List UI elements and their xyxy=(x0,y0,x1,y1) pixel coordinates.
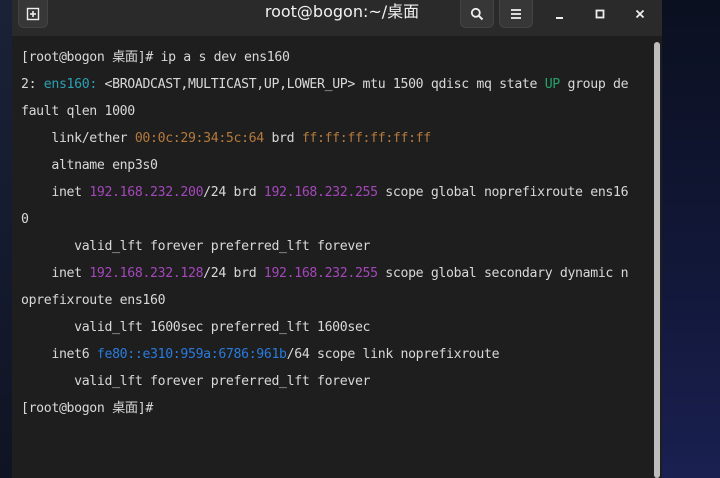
terminal-text: inet6 xyxy=(21,347,97,362)
terminal-text: scope global noprefixroute ens16 xyxy=(377,185,629,200)
terminal-line: inet6 fe80::e310:959a:6786:961b/64 scope… xyxy=(21,341,499,368)
terminal-text: /64 scope link noprefixroute xyxy=(286,347,500,362)
terminal-text: brd xyxy=(263,131,302,146)
terminal-text: oprefixroute ens160 xyxy=(21,293,166,308)
menu-button[interactable] xyxy=(499,0,533,28)
terminal-text: valid_lft forever preferred_lft forever xyxy=(21,374,371,389)
terminal-text: scope global secondary dynamic n xyxy=(377,266,629,281)
terminal-text: inet xyxy=(21,185,90,200)
close-button[interactable] xyxy=(626,0,654,28)
scrollbar[interactable] xyxy=(652,36,662,478)
terminal-text: 2: xyxy=(21,77,44,92)
title-bar[interactable]: root@bogon:~/桌面 xyxy=(12,0,662,37)
terminal-window: root@bogon:~/桌面 [root@bogon 桌面]# ip a s … xyxy=(12,0,662,478)
highlighted-text: 192.168.232.200 xyxy=(89,185,204,200)
terminal-line: link/ether 00:0c:29:34:5c:64 brd ff:ff:f… xyxy=(21,125,431,152)
terminal-line: [root@bogon 桌面]# ip a s dev ens160 xyxy=(21,44,290,71)
search-button[interactable] xyxy=(460,0,494,28)
terminal-text: [root@bogon 桌面]# ip a s dev ens160 xyxy=(21,50,290,65)
search-icon xyxy=(470,7,484,20)
terminal-line: inet 192.168.232.200/24 brd 192.168.232.… xyxy=(21,179,628,206)
terminal-text: [root@bogon 桌面]# xyxy=(21,401,153,416)
terminal-line: valid_lft 1600sec preferred_lft 1600sec xyxy=(21,314,370,341)
terminal-text: /24 brd xyxy=(203,185,264,200)
hamburger-menu-icon xyxy=(511,8,521,19)
maximize-button[interactable] xyxy=(586,0,614,28)
highlighted-text: 00:0c:29:34:5c:64 xyxy=(134,131,264,146)
maximize-icon xyxy=(595,9,605,19)
terminal-text: valid_lft forever preferred_lft forever xyxy=(21,239,371,254)
highlighted-text: 192.168.232.255 xyxy=(263,266,378,281)
scrollbar-thumb[interactable] xyxy=(654,42,660,478)
window-title: root@bogon:~/桌面 xyxy=(264,2,420,21)
terminal-line: [root@bogon 桌面]# xyxy=(21,395,153,422)
terminal-line: 0 xyxy=(21,206,29,233)
desktop-background-left xyxy=(0,0,12,478)
terminal-output[interactable]: [root@bogon 桌面]# ip a s dev ens160 2: ens… xyxy=(12,36,652,478)
highlighted-text: ens160: xyxy=(43,77,97,92)
terminal-line: valid_lft forever preferred_lft forever xyxy=(21,233,370,260)
highlighted-text: 192.168.232.255 xyxy=(263,185,378,200)
highlighted-text: fe80::e310:959a:6786:961b xyxy=(96,347,287,362)
terminal-text: group de xyxy=(559,77,629,92)
terminal-text: 0 xyxy=(21,212,29,227)
terminal-line: valid_lft forever preferred_lft forever xyxy=(21,368,370,395)
new-tab-icon xyxy=(26,7,40,20)
terminal-text: link/ether xyxy=(21,131,135,146)
terminal-line: 2: ens160: <BROADCAST,MULTICAST,UP,LOWER… xyxy=(21,71,629,98)
terminal-text: fault qlen 1000 xyxy=(21,104,135,119)
terminal-text: altname enp3s0 xyxy=(21,158,158,173)
highlighted-text: 192.168.232.128 xyxy=(89,266,204,281)
terminal-line: inet 192.168.232.128/24 brd 192.168.232.… xyxy=(21,260,628,287)
terminal-text: valid_lft 1600sec preferred_lft 1600sec xyxy=(21,320,371,335)
desktop-background-right xyxy=(662,0,720,478)
highlighted-text: UP xyxy=(544,77,561,92)
terminal-line: altname enp3s0 xyxy=(21,152,158,179)
highlighted-text: ff:ff:ff:ff:ff:ff xyxy=(301,131,431,146)
minimize-button[interactable] xyxy=(546,0,574,28)
terminal-line: oprefixroute ens160 xyxy=(21,287,166,314)
terminal-text: /24 brd xyxy=(203,266,264,281)
terminal-text: <BROADCAST,MULTICAST,UP,LOWER_UP> mtu 15… xyxy=(96,77,545,92)
terminal-line: fault qlen 1000 xyxy=(21,98,135,125)
new-tab-button[interactable] xyxy=(18,0,48,28)
minimize-icon xyxy=(556,17,563,19)
close-icon xyxy=(635,9,645,19)
terminal-text: inet xyxy=(21,266,90,281)
